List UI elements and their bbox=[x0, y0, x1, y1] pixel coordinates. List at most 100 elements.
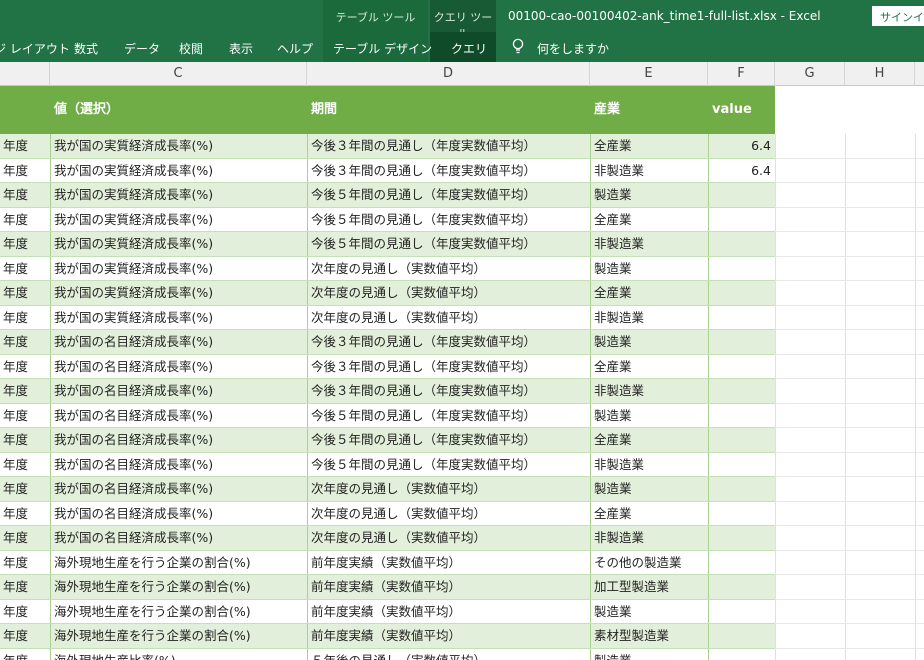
table-row[interactable]: 年度 海外現地生産を行う企業の割合(%) 前年度実績（実数値平均） 製造業 bbox=[0, 599, 924, 625]
cell-industry[interactable]: 素材型製造業 bbox=[594, 624, 706, 649]
cell-value[interactable] bbox=[708, 551, 775, 576]
cell-industry[interactable]: 非製造業 bbox=[594, 526, 706, 551]
cell-period[interactable]: 次年度の見通し（実数値平均） bbox=[311, 502, 587, 527]
cell-industry[interactable]: 全産業 bbox=[594, 502, 706, 527]
cell-value[interactable] bbox=[708, 600, 775, 625]
cell-value-select[interactable]: 我が国の名目経済成長率(%) bbox=[54, 330, 304, 355]
cell-value-select[interactable]: 我が国の名目経済成長率(%) bbox=[54, 355, 304, 380]
cell-value-select[interactable]: 我が国の実質経済成長率(%) bbox=[54, 257, 304, 282]
cell-value-select[interactable]: 我が国の名目経済成長率(%) bbox=[54, 477, 304, 502]
table-row[interactable]: 年度 我が国の実質経済成長率(%) 次年度の見通し（実数値平均） 全産業 bbox=[0, 281, 924, 306]
table-row[interactable]: 年度 我が国の名目経済成長率(%) 次年度の見通し（実数値平均） 非製造業 bbox=[0, 526, 924, 551]
cell-period[interactable]: 前年度実績（実数値平均） bbox=[311, 551, 587, 576]
cell-value[interactable] bbox=[708, 453, 775, 478]
column-header-d[interactable]: D bbox=[307, 62, 590, 86]
signin-button[interactable]: サインイ bbox=[872, 6, 924, 26]
cell-period[interactable]: 今後３年間の見通し（年度実数値平均） bbox=[311, 379, 587, 404]
cell-period[interactable]: 次年度の見通し（実数値平均） bbox=[311, 306, 587, 331]
cell-value[interactable] bbox=[708, 649, 775, 660]
cell-period[interactable]: 今後５年間の見通し（年度実数値平均） bbox=[311, 453, 587, 478]
cell-period[interactable]: 今後５年間の見通し（年度実数値平均） bbox=[311, 183, 587, 208]
lightbulb-icon[interactable] bbox=[511, 38, 525, 54]
table-row[interactable]: 年度 我が国の実質経済成長率(%) 今後５年間の見通し（年度実数値平均） 全産業 bbox=[0, 207, 924, 233]
cell-value[interactable] bbox=[708, 575, 775, 600]
table-row[interactable]: 年度 我が国の名目経済成長率(%) 今後５年間の見通し（年度実数値平均） 非製造業 bbox=[0, 452, 924, 478]
cell-value-select[interactable]: 我が国の名目経済成長率(%) bbox=[54, 379, 304, 404]
table-row[interactable]: 年度 我が国の名目経済成長率(%) 次年度の見通し（実数値平均） 全産業 bbox=[0, 501, 924, 527]
column-header-e[interactable]: E bbox=[590, 62, 708, 86]
cell-industry[interactable]: 全産業 bbox=[594, 428, 706, 453]
cell-value[interactable] bbox=[708, 330, 775, 355]
column-header-f[interactable]: F bbox=[708, 62, 775, 86]
cell-value-select[interactable]: 我が国の名目経済成長率(%) bbox=[54, 404, 304, 429]
cell-value[interactable] bbox=[708, 306, 775, 331]
cell-value[interactable] bbox=[708, 526, 775, 551]
table-row[interactable]: 年度 我が国の名目経済成長率(%) 今後３年間の見通し（年度実数値平均） 非製造業 bbox=[0, 379, 924, 404]
cell-value[interactable] bbox=[708, 208, 775, 233]
cell-industry[interactable]: 製造業 bbox=[594, 257, 706, 282]
cell-value-select[interactable]: 我が国の実質経済成長率(%) bbox=[54, 183, 304, 208]
cell-industry[interactable]: 製造業 bbox=[594, 600, 706, 625]
cell-industry[interactable]: 加工型製造業 bbox=[594, 575, 706, 600]
cell-industry[interactable]: 全産業 bbox=[594, 281, 706, 306]
cell-industry[interactable]: 全産業 bbox=[594, 355, 706, 380]
cell-industry[interactable]: 非製造業 bbox=[594, 306, 706, 331]
cell-b[interactable]: 年度 bbox=[3, 355, 49, 380]
cell-period[interactable]: 今後３年間の見通し（年度実数値平均） bbox=[311, 330, 587, 355]
cell-value-select[interactable]: 我が国の実質経済成長率(%) bbox=[54, 232, 304, 257]
cell-period[interactable]: 今後５年間の見通し（年度実数値平均） bbox=[311, 232, 587, 257]
column-header-h[interactable]: H bbox=[845, 62, 915, 86]
cell-period[interactable]: ５年後の見通し（実数値平均） bbox=[311, 649, 587, 660]
cell-period[interactable]: 今後３年間の見通し（年度実数値平均） bbox=[311, 134, 587, 159]
cell-value[interactable]: 6.4 bbox=[708, 159, 775, 184]
cell-value[interactable]: 6.4 bbox=[708, 134, 775, 159]
tab-data[interactable]: データ bbox=[124, 40, 160, 57]
cell-period[interactable]: 今後３年間の見通し（年度実数値平均） bbox=[311, 159, 587, 184]
cell-value-select[interactable]: 我が国の実質経済成長率(%) bbox=[54, 281, 304, 306]
cell-b[interactable]: 年度 bbox=[3, 649, 49, 660]
table-row[interactable]: 年度 我が国の実質経済成長率(%) 今後５年間の見通し（年度実数値平均） 非製造業 bbox=[0, 232, 924, 257]
cell-value-select[interactable]: 我が国の名目経済成長率(%) bbox=[54, 502, 304, 527]
column-header-c[interactable]: C bbox=[50, 62, 307, 86]
cell-b[interactable]: 年度 bbox=[3, 600, 49, 625]
cell-period[interactable]: 前年度実績（実数値平均） bbox=[311, 600, 587, 625]
cell-value-select[interactable]: 我が国の実質経済成長率(%) bbox=[54, 306, 304, 331]
cell-value-select[interactable]: 海外現地生産比率(%) bbox=[54, 649, 304, 660]
cell-industry[interactable]: 製造業 bbox=[594, 404, 706, 429]
column-header-g[interactable]: G bbox=[775, 62, 845, 86]
tab-formulas[interactable]: 数式 bbox=[74, 40, 98, 57]
cell-value-select[interactable]: 我が国の実質経済成長率(%) bbox=[54, 208, 304, 233]
cell-industry[interactable]: 非製造業 bbox=[594, 232, 706, 257]
cell-period[interactable]: 次年度の見通し（実数値平均） bbox=[311, 477, 587, 502]
cell-period[interactable]: 前年度実績（実数値平均） bbox=[311, 624, 587, 649]
cell-b[interactable]: 年度 bbox=[3, 257, 49, 282]
cell-b[interactable]: 年度 bbox=[3, 281, 49, 306]
cell-b[interactable]: 年度 bbox=[3, 477, 49, 502]
cell-b[interactable]: 年度 bbox=[3, 575, 49, 600]
column-header-b[interactable] bbox=[0, 62, 50, 86]
cell-value[interactable] bbox=[708, 232, 775, 257]
cell-industry[interactable]: その他の製造業 bbox=[594, 551, 706, 576]
cell-industry[interactable]: 製造業 bbox=[594, 649, 706, 660]
tab-page-layout[interactable]: ジ レイアウト bbox=[0, 40, 70, 57]
cell-value[interactable] bbox=[708, 257, 775, 282]
tab-table-design[interactable]: テーブル デザイン bbox=[333, 40, 432, 57]
cell-b[interactable]: 年度 bbox=[3, 306, 49, 331]
spreadsheet-grid[interactable]: 値（選択） 期間 産業 value 年度 我が国の実質経済成長率(%) 今後３年間の… bbox=[0, 86, 924, 660]
table-row[interactable]: 年度 我が国の名目経済成長率(%) 今後３年間の見通し（年度実数値平均） 全産業 bbox=[0, 354, 924, 380]
cell-industry[interactable]: 製造業 bbox=[594, 183, 706, 208]
cell-b[interactable]: 年度 bbox=[3, 183, 49, 208]
cell-value-select[interactable]: 我が国の実質経済成長率(%) bbox=[54, 134, 304, 159]
cell-period[interactable]: 今後５年間の見通し（年度実数値平均） bbox=[311, 208, 587, 233]
cell-value-select[interactable]: 我が国の実質経済成長率(%) bbox=[54, 159, 304, 184]
cell-value[interactable] bbox=[708, 624, 775, 649]
cell-value[interactable] bbox=[708, 355, 775, 380]
cell-b[interactable]: 年度 bbox=[3, 134, 49, 159]
cell-industry[interactable]: 全産業 bbox=[594, 208, 706, 233]
cell-industry[interactable]: 全産業 bbox=[594, 134, 706, 159]
tab-view[interactable]: 表示 bbox=[229, 40, 253, 57]
cell-value[interactable] bbox=[708, 183, 775, 208]
cell-value-select[interactable]: 海外現地生産を行う企業の割合(%) bbox=[54, 551, 304, 576]
cell-b[interactable]: 年度 bbox=[3, 502, 49, 527]
cell-period[interactable]: 次年度の見通し（実数値平均） bbox=[311, 526, 587, 551]
